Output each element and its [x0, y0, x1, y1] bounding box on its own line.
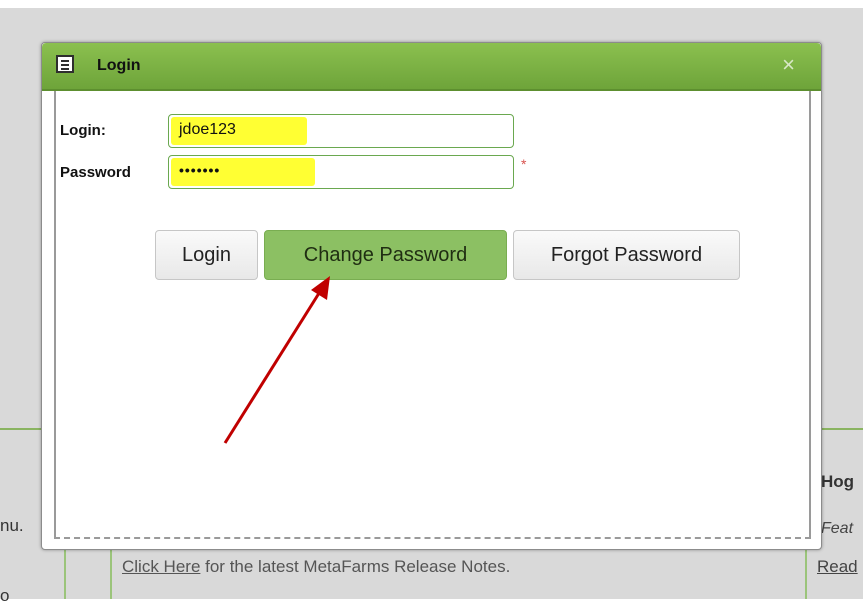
arrow-head — [311, 276, 330, 300]
annotation-arrow — [223, 276, 330, 444]
arrow-shaft — [223, 289, 323, 444]
